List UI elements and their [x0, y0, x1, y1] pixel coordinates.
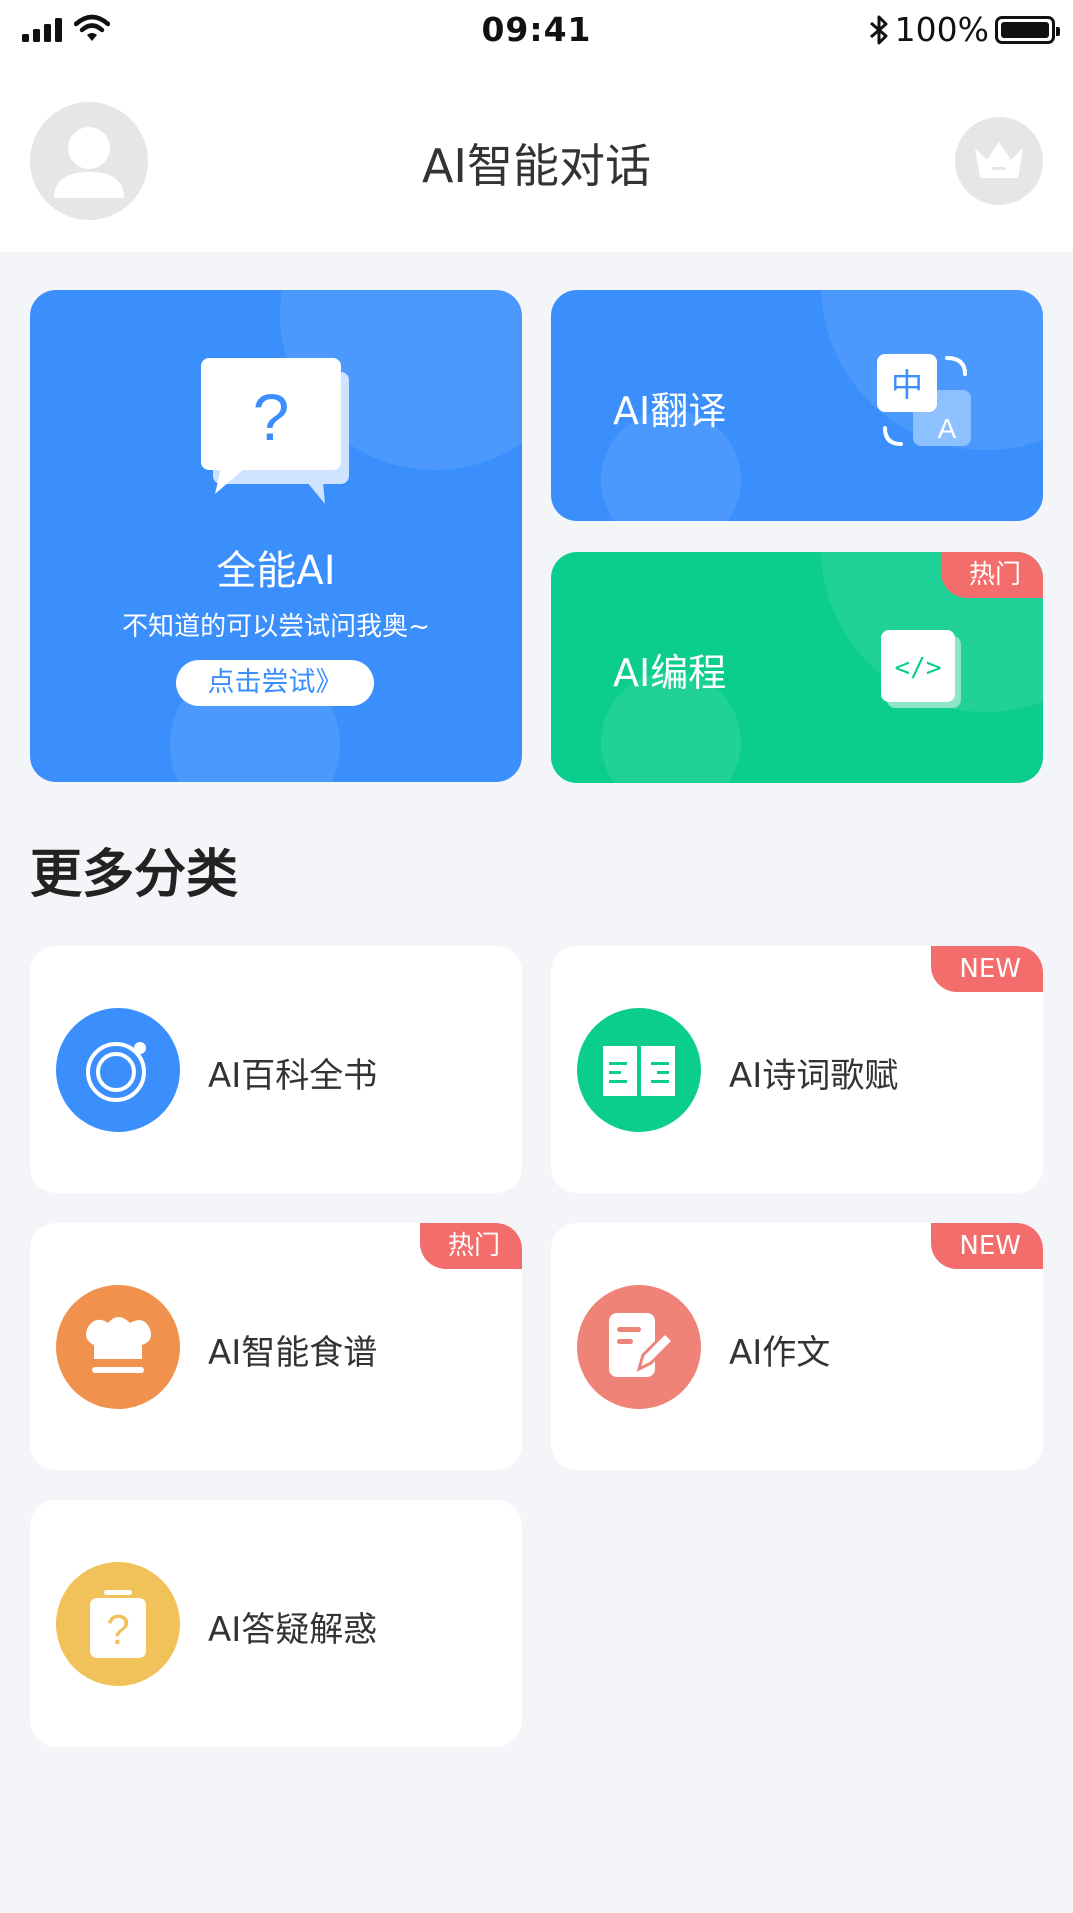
category-encyclopedia[interactable]: AI百科全书 [30, 946, 522, 1193]
all-ai-card[interactable]: ? 全能AI 不知道的可以尝试问我奥~ 点击尝试》 [30, 290, 522, 782]
category-qa[interactable]: ? AI答疑解惑 [30, 1500, 522, 1747]
category-poetry[interactable]: NEW AI诗词歌赋 [551, 946, 1043, 1193]
category-label: AI智能食谱 [208, 1333, 378, 1373]
chef-hat-icon [56, 1285, 180, 1409]
question-bubble-icon: ? [201, 358, 349, 504]
orbit-icon [56, 1008, 180, 1132]
category-recipe[interactable]: 热门 AI智能食谱 [30, 1223, 522, 1470]
category-label: AI答疑解惑 [208, 1610, 378, 1650]
code-card[interactable]: 热门 AI编程 </> [551, 552, 1043, 783]
crown-icon [975, 142, 1023, 178]
category-label: AI百科全书 [208, 1056, 378, 1096]
section-title: 更多分类 [30, 845, 239, 905]
svg-text:?: ? [253, 380, 290, 454]
category-label: AI作文 [729, 1333, 831, 1373]
category-label: AI诗词歌赋 [729, 1056, 899, 1096]
hot-badge: 热门 [419, 1223, 522, 1269]
status-bar: 09:41 100% [0, 0, 1073, 60]
category-essay[interactable]: NEW AI作文 [551, 1223, 1043, 1470]
translate-title: AI翻译 [613, 389, 727, 433]
bluetooth-icon [869, 15, 888, 44]
book-icon [577, 1008, 701, 1132]
question-clipboard-icon: ? [56, 1562, 180, 1686]
translate-icon-a: A [938, 413, 957, 444]
all-ai-title: 全能AI [216, 548, 336, 594]
new-badge: NEW [931, 946, 1043, 992]
code-title: AI编程 [613, 651, 727, 695]
translate-icon: 中 A [877, 354, 971, 446]
battery-percent: 100% [894, 10, 989, 49]
status-right: 100% [869, 10, 1060, 49]
hot-badge: 热门 [940, 552, 1043, 598]
question-mark: ? [106, 1606, 129, 1653]
page-title: AI智能对话 [421, 139, 652, 193]
new-badge: NEW [931, 1223, 1043, 1269]
battery-icon [995, 15, 1060, 44]
vip-button[interactable] [955, 117, 1043, 205]
try-button[interactable]: 点击尝试》 [176, 660, 374, 706]
writing-icon [577, 1285, 701, 1409]
all-ai-subtitle: 不知道的可以尝试问我奥~ [122, 612, 430, 642]
header: AI智能对话 [0, 90, 1073, 230]
code-icon: </> [881, 630, 961, 708]
code-icon-text: </> [895, 653, 942, 683]
translate-icon-zh: 中 [891, 366, 923, 404]
translate-card[interactable]: AI翻译 中 A [551, 290, 1043, 521]
